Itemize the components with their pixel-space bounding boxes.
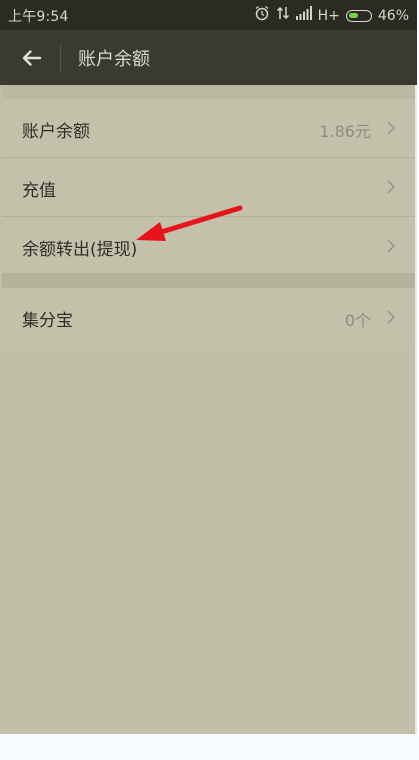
list-item-balance[interactable]: 账户余额 1.86元 (2, 99, 415, 158)
back-arrow-icon[interactable] (18, 44, 46, 72)
chevron-right-icon (387, 121, 396, 135)
app-screen: 上午9:54 H+ 46% 账户余额 账户余额 1.86元 充值 余额转出(提现… (0, 0, 417, 734)
status-bar: 上午9:54 H+ 46% (0, 0, 417, 30)
balance-label: 账户余额 (22, 122, 90, 142)
recharge-label: 充值 (22, 181, 56, 201)
top-spacer (2, 85, 415, 99)
data-transfer-icon (276, 5, 290, 26)
app-bar-divider (60, 44, 61, 72)
status-time: 上午9:54 (8, 9, 69, 25)
jifenbao-label: 集分宝 (22, 311, 73, 331)
bottom-edge (0, 734, 419, 760)
alarm-icon (254, 5, 270, 26)
balance-value: 1.86元 (319, 122, 371, 141)
points-list: 集分宝 0个 (2, 288, 415, 346)
chevron-right-icon (387, 310, 396, 324)
app-bar: 账户余额 (0, 30, 417, 85)
list-item-jifenbao[interactable]: 集分宝 0个 (2, 288, 415, 346)
network-type: H+ (317, 7, 340, 24)
chevron-right-icon (387, 239, 396, 253)
signal-icon (295, 6, 312, 25)
status-icons: H+ 46% (254, 5, 409, 26)
battery-percent: 46% (377, 7, 409, 24)
jifenbao-value: 0个 (344, 311, 371, 330)
chevron-right-icon (387, 180, 396, 194)
battery-icon (345, 9, 372, 22)
annotation-arrow-icon (136, 205, 243, 241)
withdraw-label: 余额转出(提现) (22, 240, 138, 260)
page-title: 账户余额 (78, 49, 150, 70)
section-gap (2, 273, 415, 288)
